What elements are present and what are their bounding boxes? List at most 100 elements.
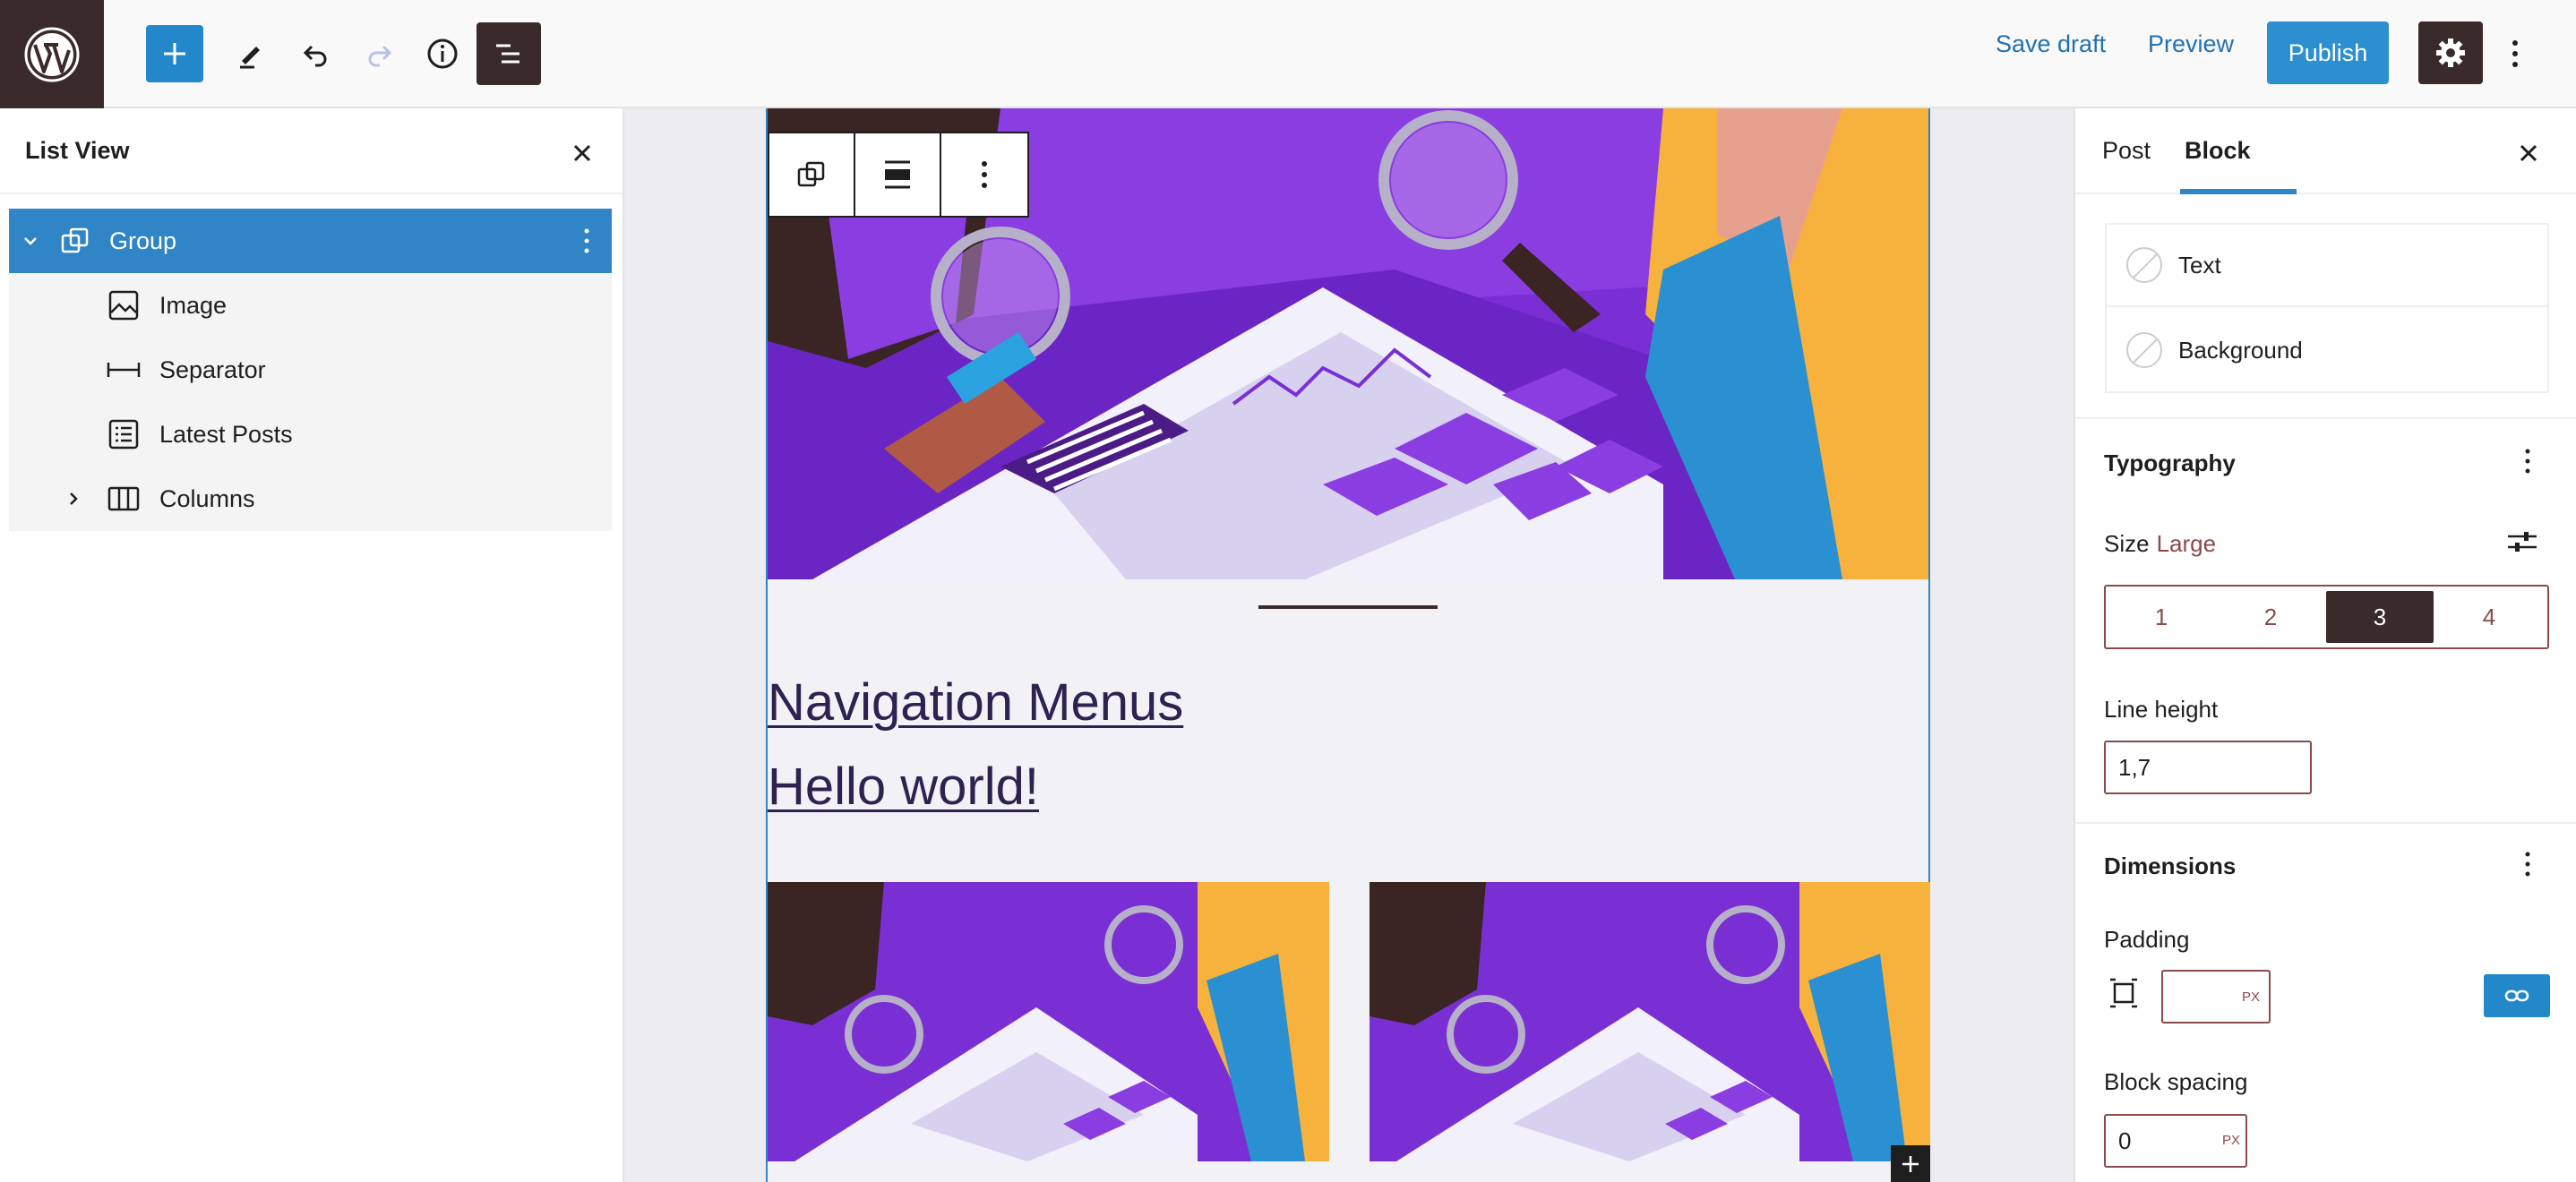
details-button[interactable]	[414, 25, 471, 82]
box-sides-icon	[2104, 973, 2143, 1013]
pencil-icon	[240, 47, 260, 69]
list-item-label: Separator	[159, 355, 266, 383]
line-height-input[interactable]	[2104, 741, 2312, 794]
save-draft-button[interactable]: Save draft	[1996, 30, 2106, 58]
block-spacing-unit[interactable]: PX	[2222, 1133, 2240, 1148]
separator-icon	[106, 352, 142, 388]
plus-icon	[1902, 1155, 1919, 1172]
plus-icon	[164, 43, 185, 64]
more-vertical-icon	[2512, 40, 2518, 67]
background-color-button[interactable]: Background	[2107, 309, 2547, 391]
more-vertical-icon	[982, 161, 987, 188]
empty-swatch-icon	[2126, 332, 2162, 368]
top-toolbar: Save draft Preview Publish	[0, 0, 2576, 108]
wordpress-logo-icon[interactable]	[0, 0, 104, 108]
close-icon	[573, 144, 591, 162]
line-height-label: Line height	[2104, 696, 2219, 723]
featured-image[interactable]	[768, 108, 1928, 579]
close-icon	[2520, 144, 2537, 162]
info-icon	[427, 39, 458, 69]
list-view-button[interactable]	[477, 22, 541, 85]
padding-label: Padding	[2104, 926, 2190, 953]
more-vertical-icon	[2525, 852, 2530, 877]
link-icon	[2504, 989, 2529, 1002]
font-size-option[interactable]: 4	[2435, 591, 2543, 643]
block-spacing-label: Block spacing	[2104, 1068, 2248, 1095]
list-item-label: Image	[159, 291, 228, 319]
tab-post[interactable]: Post	[2102, 137, 2151, 165]
list-item-separator[interactable]: Separator	[9, 338, 612, 402]
more-vertical-icon	[2525, 449, 2530, 474]
block-toolbar	[768, 132, 1029, 218]
latest-posts-icon	[106, 416, 142, 452]
dimensions-title: Dimensions	[2104, 852, 2237, 879]
column-image[interactable]	[1370, 882, 1930, 1161]
group-icon	[57, 223, 93, 259]
sidebar-tabs: Post Block	[2075, 108, 2576, 194]
block-inserter-button[interactable]	[1891, 1145, 1930, 1182]
list-view-tree: Group Image Separator Latest Posts Colum…	[9, 209, 612, 531]
settings-button[interactable]	[2418, 21, 2483, 84]
editor-canvas: Navigation Menus Hello world!	[624, 108, 2074, 1182]
block-options-button[interactable]	[941, 133, 1027, 216]
publish-button[interactable]: Publish	[2267, 21, 2389, 84]
divider	[2075, 417, 2576, 419]
background-color-label: Background	[2178, 336, 2303, 364]
undo-icon	[303, 45, 327, 67]
font-size-picker: 1 2 3 4	[2104, 585, 2549, 649]
close-list-view-button[interactable]	[564, 135, 600, 171]
padding-unit[interactable]: PX	[2242, 989, 2260, 1005]
post-link[interactable]: Hello world!	[768, 757, 1039, 817]
font-size-option[interactable]: 1	[2108, 591, 2215, 643]
typography-title: Typography	[2104, 450, 2236, 476]
chevron-right-icon[interactable]	[63, 488, 84, 510]
chevron-down-icon[interactable]	[20, 230, 41, 252]
list-item-columns[interactable]: Columns	[9, 467, 612, 531]
empty-swatch-icon	[2126, 247, 2162, 283]
align-button[interactable]	[855, 133, 941, 216]
more-vertical-icon[interactable]	[573, 223, 600, 259]
image-icon	[106, 287, 142, 323]
gear-icon	[2436, 39, 2465, 67]
list-view-header: List View	[0, 108, 623, 194]
group-icon	[797, 161, 825, 187]
list-item-latest-posts[interactable]: Latest Posts	[9, 402, 612, 467]
list-item-label: Group	[109, 227, 177, 254]
active-tab-indicator	[2180, 189, 2297, 194]
list-view-icon	[496, 44, 519, 64]
text-color-button[interactable]: Text	[2107, 225, 2547, 307]
list-item-label: Latest Posts	[159, 420, 293, 448]
dimensions-options-button[interactable]	[2514, 844, 2541, 884]
list-item-group[interactable]: Group	[9, 209, 612, 273]
group-block[interactable]: Navigation Menus Hello world!	[766, 108, 1930, 1182]
tab-block[interactable]: Block	[2185, 137, 2251, 165]
post-link[interactable]: Navigation Menus	[768, 672, 1183, 732]
link-sides-button[interactable]	[2484, 974, 2550, 1017]
list-item-label: Columns	[159, 484, 255, 512]
group-transform-button[interactable]	[769, 133, 855, 216]
separator-block[interactable]	[1258, 605, 1438, 609]
add-block-button[interactable]	[146, 25, 203, 82]
list-item-image[interactable]: Image	[9, 273, 612, 338]
redo-button[interactable]	[351, 25, 408, 82]
text-color-label: Text	[2178, 251, 2221, 278]
font-size-option[interactable]: 2	[2217, 591, 2324, 643]
undo-button[interactable]	[287, 25, 344, 82]
list-view-title: List View	[25, 137, 130, 164]
tools-button[interactable]	[222, 25, 279, 82]
align-wide-icon	[885, 160, 910, 189]
color-panel: Text Background	[2105, 223, 2549, 393]
column-image[interactable]	[768, 882, 1329, 1161]
divider	[2075, 822, 2576, 824]
settings-sliders-icon	[2508, 532, 2537, 552]
size-value: Large	[2156, 530, 2217, 557]
font-size-label: Size Large	[2104, 530, 2216, 558]
typography-options-button[interactable]	[2514, 441, 2541, 481]
custom-size-button[interactable]	[2503, 522, 2542, 561]
font-size-option-selected[interactable]: 3	[2326, 591, 2434, 643]
columns-icon	[106, 481, 142, 517]
options-button[interactable]	[2494, 25, 2537, 82]
close-sidebar-button[interactable]	[2509, 133, 2548, 173]
preview-button[interactable]: Preview	[2148, 30, 2234, 58]
size-label-text: Size	[2104, 530, 2150, 557]
